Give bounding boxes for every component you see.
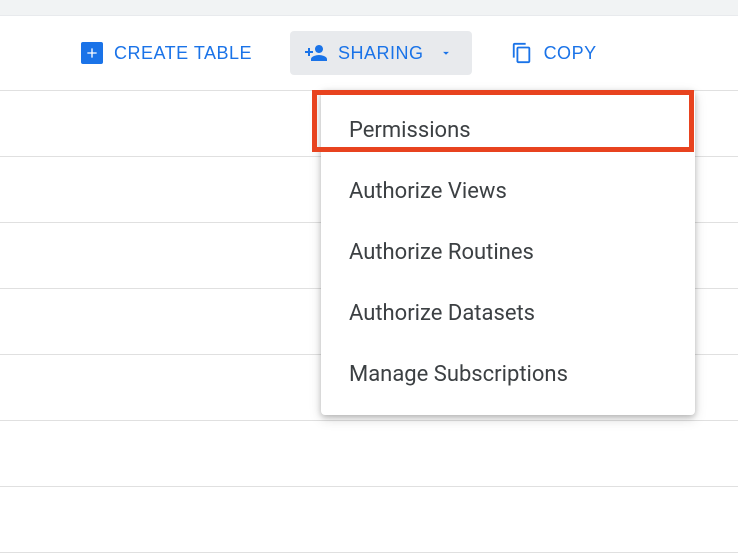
create-table-label: CREATE TABLE [114,43,252,64]
menu-item-permissions[interactable]: Permissions [321,100,695,161]
sharing-button[interactable]: SHARING [290,31,472,75]
copy-label: COPY [544,43,597,64]
table-row [0,421,738,487]
sharing-dropdown: Permissions Authorize Views Authorize Ro… [321,90,695,415]
top-strip [0,0,738,16]
menu-item-authorize-routines[interactable]: Authorize Routines [321,222,695,283]
create-table-button[interactable]: CREATE TABLE [66,31,266,75]
menu-item-manage-subscriptions[interactable]: Manage Subscriptions [321,344,695,405]
menu-item-authorize-views[interactable]: Authorize Views [321,161,695,222]
chevron-down-icon [434,41,458,65]
plus-icon [80,41,104,65]
person-add-icon [304,41,328,65]
menu-item-authorize-datasets[interactable]: Authorize Datasets [321,283,695,344]
table-row [0,487,738,553]
toolbar: CREATE TABLE SHARING COPY [0,16,738,90]
copy-icon [510,41,534,65]
sharing-label: SHARING [338,43,424,64]
copy-button[interactable]: COPY [496,31,611,75]
